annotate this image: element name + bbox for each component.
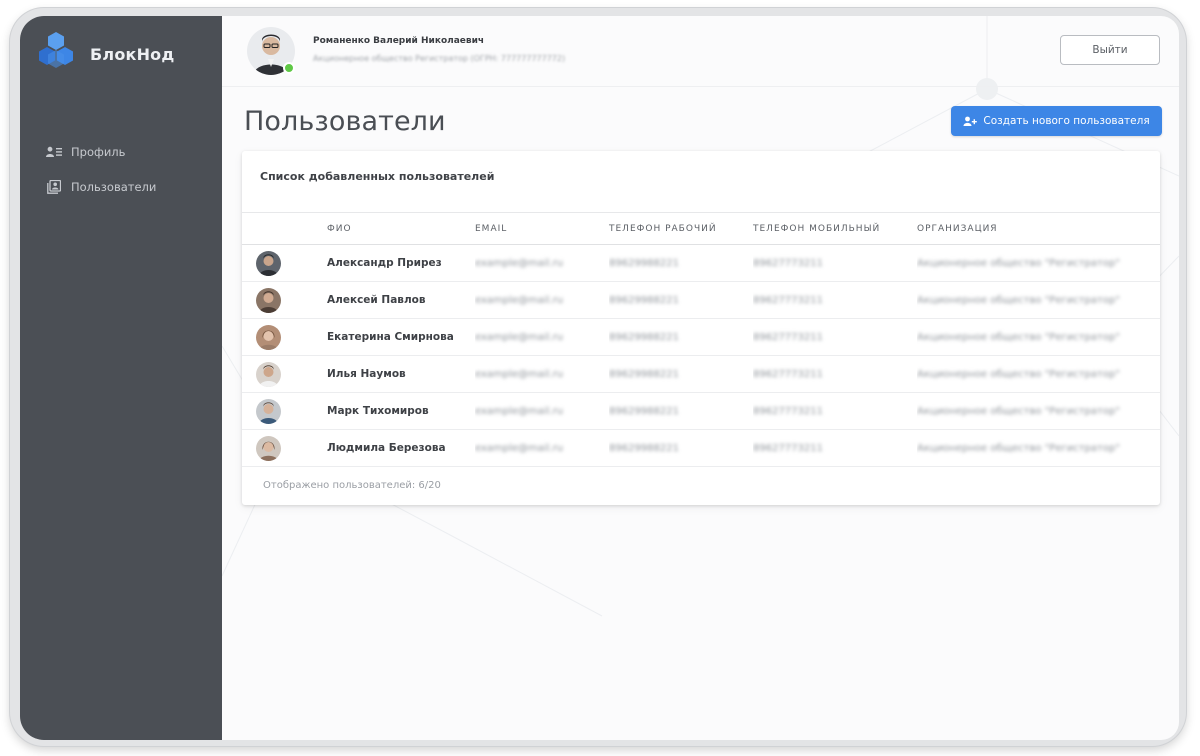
table-header-row: ФИО EMAIL ТЕЛЕФОН РАБОЧИЙ ТЕЛЕФОН МОБИЛЬ…	[242, 212, 1160, 245]
user-email: example@mail.ru	[475, 281, 609, 319]
user-avatar[interactable]	[256, 361, 281, 387]
column-header-work-phone[interactable]: ТЕЛЕФОН РАБОЧИЙ	[609, 212, 753, 245]
user-name[interactable]: Алексей Павлов	[327, 281, 475, 319]
current-user-avatar[interactable]	[247, 27, 295, 75]
column-header-avatar	[242, 212, 327, 245]
table-row[interactable]: Алексей Павлов example@mail.ru 896299882…	[242, 281, 1160, 319]
table-row[interactable]: Людмила Березова example@mail.ru 8962998…	[242, 429, 1160, 467]
user-organization: Акционерное общество "Регистратор"	[917, 281, 1160, 319]
table-row[interactable]: Илья Наумов example@mail.ru 89629988221 …	[242, 355, 1160, 393]
sidebar-item-profile[interactable]: Профиль	[46, 134, 156, 169]
main-content: Романенко Валерий Николаевич Акционерное…	[222, 16, 1179, 740]
current-user-name: Романенко Валерий Николаевич	[313, 36, 485, 46]
user-mobile-phone: 89627773211	[753, 244, 917, 282]
user-name[interactable]: Людмила Березова	[327, 429, 475, 467]
sidebar-item-label: Профиль	[71, 144, 126, 159]
column-header-fio[interactable]: ФИО	[327, 212, 475, 245]
user-work-phone: 89629988221	[609, 429, 753, 467]
column-header-organization[interactable]: ОРГАНИЗАЦИЯ	[917, 212, 1160, 245]
user-name[interactable]: Александр Прирез	[327, 244, 475, 282]
users-table: ФИО EMAIL ТЕЛЕФОН РАБОЧИЙ ТЕЛЕФОН МОБИЛЬ…	[242, 212, 1160, 467]
create-user-label: Создать нового пользователя	[983, 115, 1150, 127]
user-work-phone: 89629988221	[609, 318, 753, 356]
user-mobile-phone: 89627773211	[753, 355, 917, 393]
users-count-label: Отображено пользователей: 6/20	[263, 480, 441, 491]
user-work-phone: 89629988221	[609, 392, 753, 430]
online-status-dot	[283, 62, 295, 74]
users-card: Список добавленных пользователей ФИО EMA…	[242, 151, 1160, 505]
add-user-icon	[963, 116, 978, 126]
column-header-mobile-phone[interactable]: ТЕЛЕФОН МОБИЛЬНЫЙ	[753, 212, 917, 245]
profile-icon	[46, 144, 62, 160]
user-email: example@mail.ru	[475, 244, 609, 282]
logout-button[interactable]: Выйти	[1060, 35, 1160, 65]
avatar-cell	[242, 281, 327, 319]
user-email: example@mail.ru	[475, 392, 609, 430]
sidebar-item-label: Пользователи	[71, 179, 157, 194]
current-user-organization: Акционерное общество Регистратор (ОГРН: …	[313, 54, 566, 63]
avatar-cell	[242, 392, 327, 430]
avatar-cell	[242, 244, 327, 282]
user-mobile-phone: 89627773211	[753, 281, 917, 319]
user-organization: Акционерное общество "Регистратор"	[917, 318, 1160, 356]
avatar-cell	[242, 318, 327, 356]
user-email: example@mail.ru	[475, 355, 609, 393]
user-avatar[interactable]	[256, 324, 281, 350]
user-email: example@mail.ru	[475, 429, 609, 467]
page-title: Пользователи	[244, 106, 446, 137]
user-mobile-phone: 89627773211	[753, 429, 917, 467]
user-work-phone: 89629988221	[609, 355, 753, 393]
top-bar: Романенко Валерий Николаевич Акционерное…	[222, 16, 1179, 87]
user-avatar[interactable]	[256, 435, 281, 461]
users-card-title: Список добавленных пользователей	[260, 170, 495, 183]
user-name[interactable]: Марк Тихомиров	[327, 392, 475, 430]
table-row[interactable]: Екатерина Смирнова example@mail.ru 89629…	[242, 318, 1160, 356]
user-organization: Акционерное общество "Регистратор"	[917, 429, 1160, 467]
brand[interactable]: БлокНод	[32, 30, 174, 78]
sidebar: БлокНод Профиль Пользователи	[20, 16, 222, 740]
users-icon	[46, 179, 62, 195]
column-header-email[interactable]: EMAIL	[475, 212, 609, 245]
app-window: БлокНод Профиль Пользователи Романенко В…	[20, 16, 1179, 740]
user-organization: Акционерное общество "Регистратор"	[917, 392, 1160, 430]
user-work-phone: 89629988221	[609, 281, 753, 319]
table-row[interactable]: Марк Тихомиров example@mail.ru 896299882…	[242, 392, 1160, 430]
sidebar-nav: Профиль Пользователи	[46, 134, 156, 204]
user-email: example@mail.ru	[475, 318, 609, 356]
user-avatar[interactable]	[256, 287, 281, 313]
create-user-button[interactable]: Создать нового пользователя	[951, 106, 1162, 136]
user-name[interactable]: Илья Наумов	[327, 355, 475, 393]
user-mobile-phone: 89627773211	[753, 318, 917, 356]
user-avatar[interactable]	[256, 398, 281, 424]
user-organization: Акционерное общество "Регистратор"	[917, 355, 1160, 393]
user-work-phone: 89629988221	[609, 244, 753, 282]
sidebar-item-users[interactable]: Пользователи	[46, 169, 156, 204]
avatar-cell	[242, 429, 327, 467]
user-avatar[interactable]	[256, 250, 281, 276]
table-row[interactable]: Александр Прирез example@mail.ru 8962998…	[242, 244, 1160, 282]
logo-icon	[39, 32, 73, 68]
user-organization: Акционерное общество "Регистратор"	[917, 244, 1160, 282]
user-mobile-phone: 89627773211	[753, 392, 917, 430]
brand-name: БлокНод	[90, 44, 175, 64]
avatar-cell	[242, 355, 327, 393]
user-name[interactable]: Екатерина Смирнова	[327, 318, 475, 356]
